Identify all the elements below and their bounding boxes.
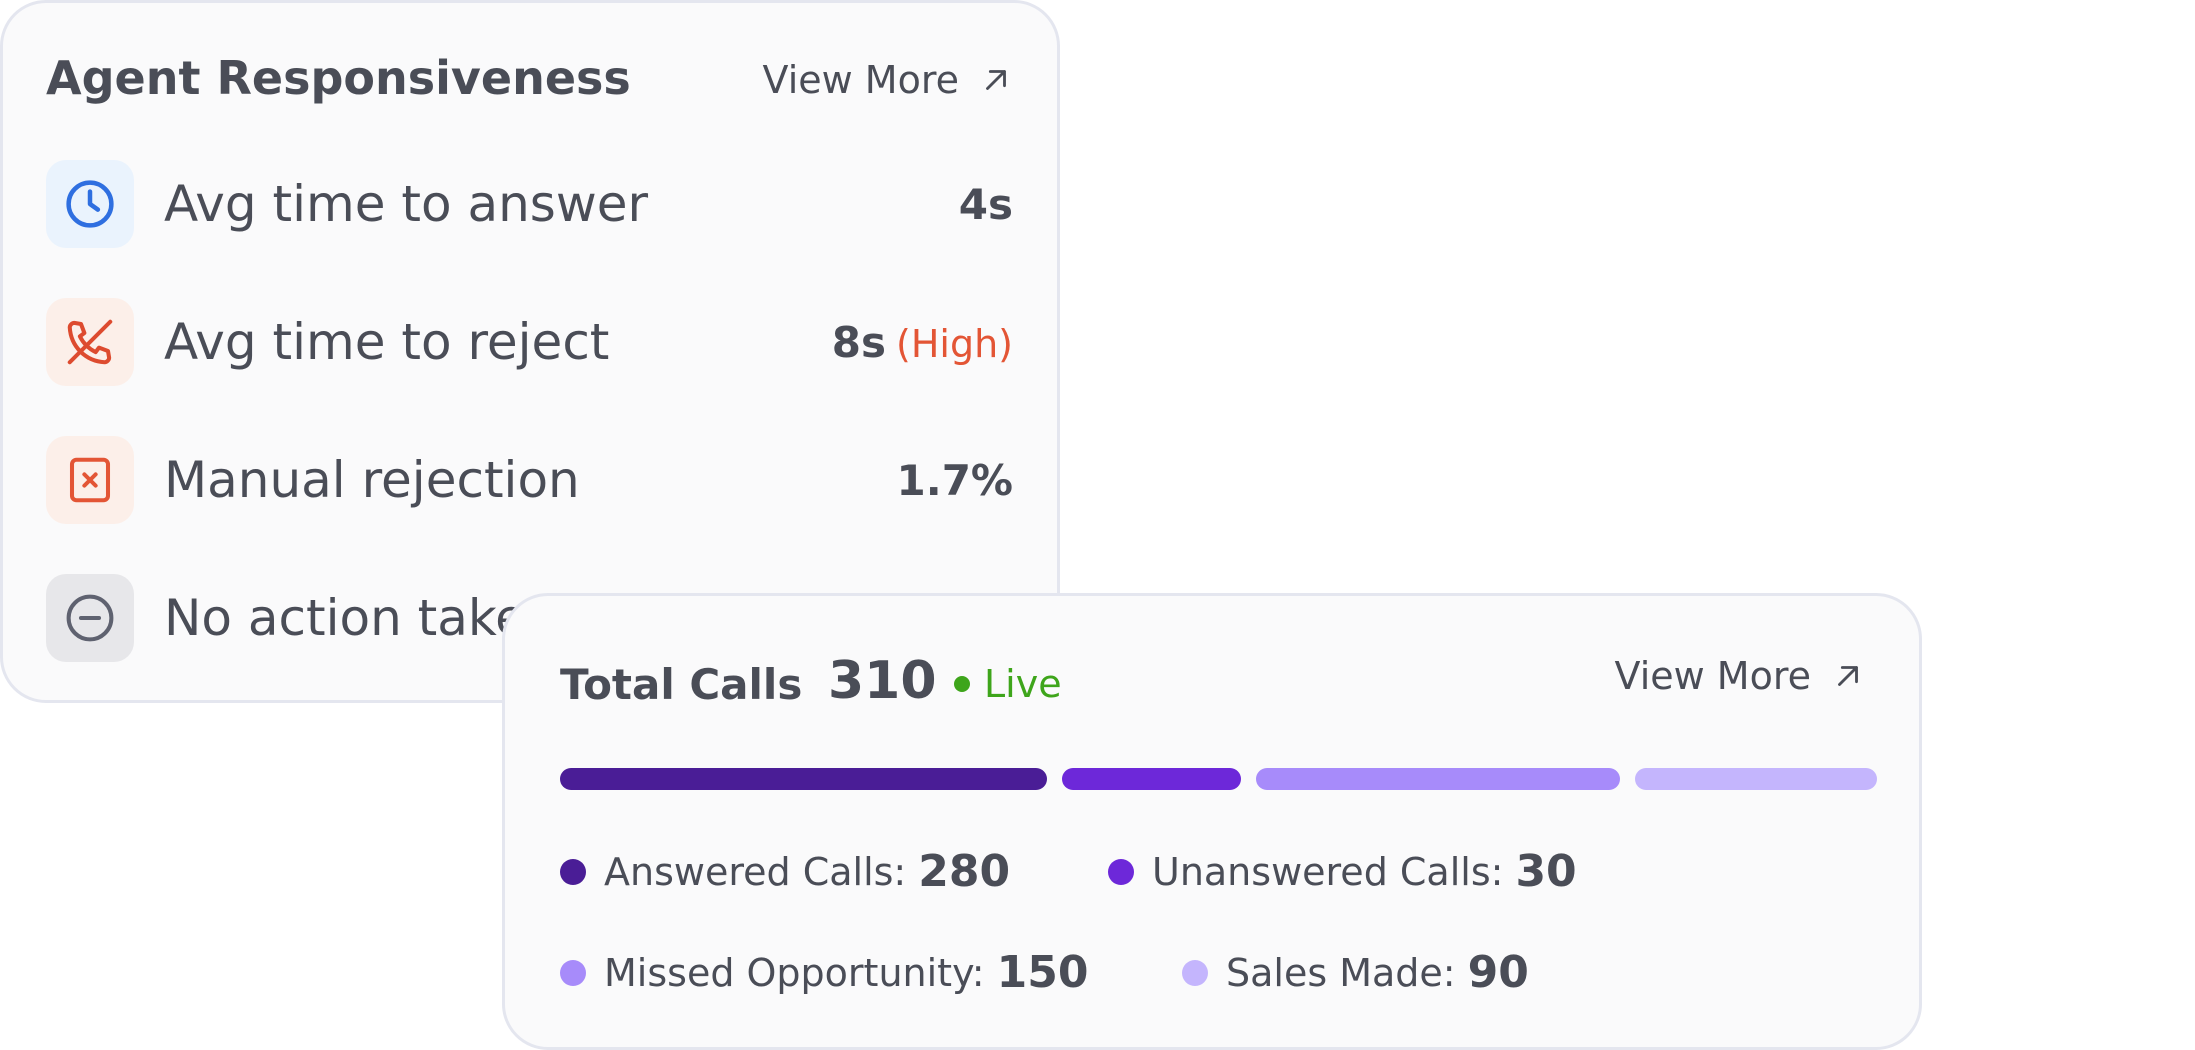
legend-dot-icon [560,858,586,885]
metric-value-text: 8s [831,317,886,367]
metric-value: 4s [958,179,1013,229]
metric-label: Avg time to answer [164,175,649,233]
legend-label: Unanswered Calls: [1152,849,1504,894]
legend-value: 90 [1467,947,1529,998]
legend-item-answered: Answered Calls: 280 [560,846,1010,897]
bar-segment-missed-opportunity [1256,768,1620,790]
legend-label: Sales Made: [1226,950,1456,995]
total-calls-card: Total Calls 310 Live View More Answered … [502,593,1922,1050]
legend-dot-icon [1182,959,1208,986]
metric-label: No action taken [164,589,558,647]
x-square-icon [46,436,134,524]
clock-icon [46,160,134,248]
total-calls-value: 310 [828,651,937,711]
legend-dot-icon [1108,858,1134,885]
bar-segment-sales-made [1635,768,1877,790]
card-title: Agent Responsiveness [46,51,631,105]
view-more-link[interactable]: View More [763,58,1013,102]
bar-segment-unanswered [1062,768,1241,790]
metric-row-avg-time-to-answer: Avg time to answer 4s [46,160,1013,248]
legend-value: 150 [996,947,1089,998]
arrow-up-right-icon [986,70,1006,90]
legend-item-unanswered: Unanswered Calls: 30 [1108,846,1577,897]
card-title: Total Calls [560,660,803,709]
view-more-label: View More [762,58,959,102]
live-status: Live [954,662,1062,706]
legend-dot-icon [560,959,586,986]
high-badge: (High) [896,321,1013,366]
metric-label: Manual rejection [164,451,580,509]
metric-row-manual-rejection: Manual rejection 1.7% [46,436,1013,524]
phone-missed-icon [46,298,134,386]
legend-label: Missed Opportunity: [604,950,985,995]
view-more-label: View More [1614,654,1811,698]
metric-value: 8s (High) [832,318,1013,367]
live-status-label: Live [984,662,1062,706]
view-more-link[interactable]: View More [1615,654,1865,698]
live-dot-icon [954,676,970,692]
metric-value: 1.7% [896,455,1013,505]
legend-item-missed-opportunity: Missed Opportunity: 150 [560,947,1088,998]
legend-value: 280 [918,846,1011,897]
legend-label: Answered Calls: [604,849,907,894]
legend-value: 30 [1515,846,1577,897]
legend-item-sales-made: Sales Made: 90 [1182,947,1529,998]
arrow-up-right-icon [1838,666,1858,686]
metric-label: Avg time to reject [164,313,610,371]
bar-segment-answered [560,768,1047,790]
minus-circle-icon [46,574,134,662]
metric-row-avg-time-to-reject: Avg time to reject 8s (High) [46,298,1013,386]
